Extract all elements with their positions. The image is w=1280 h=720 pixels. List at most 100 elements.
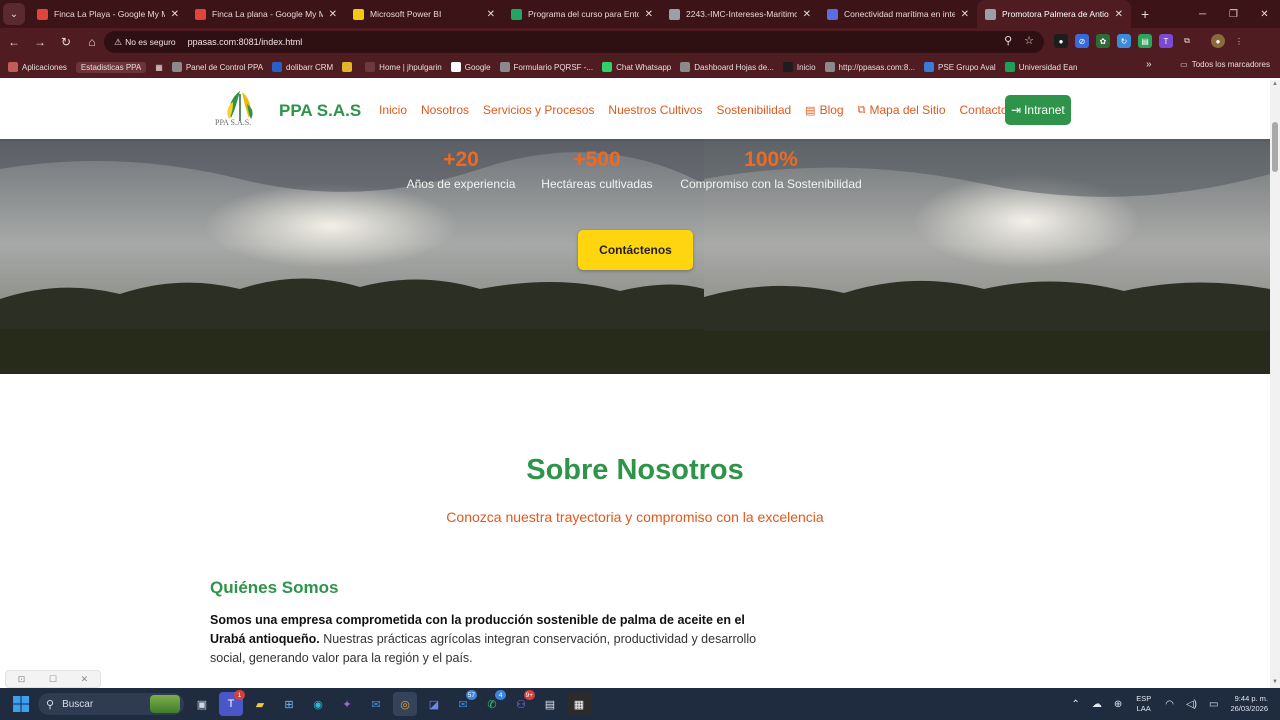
- outlook-icon[interactable]: ✉: [364, 692, 388, 716]
- new-tab-button[interactable]: +: [1141, 6, 1149, 22]
- extensions-puzzle-icon[interactable]: ⧉: [1180, 34, 1194, 48]
- url-text[interactable]: ppasas.com:8081/index.html: [188, 37, 303, 47]
- whatsapp-icon: [602, 62, 613, 72]
- close-window-icon[interactable]: ✕: [1249, 0, 1280, 28]
- file-explorer-icon[interactable]: ▰: [248, 692, 272, 716]
- browser-tab[interactable]: Programa del curso para Ento ✕: [503, 0, 661, 28]
- close-tab-icon[interactable]: ✕: [961, 9, 969, 20]
- all-bookmarks-button[interactable]: ▭ Todos los marcadores: [1180, 60, 1270, 69]
- nav-link[interactable]: Inicio: [379, 103, 407, 117]
- restore-icon[interactable]: ❐: [1218, 0, 1249, 28]
- bookmark-item[interactable]: Dashboard Hojas de...: [680, 62, 774, 72]
- sign-in-icon: ⇥: [1011, 103, 1022, 117]
- browser-menu-icon[interactable]: ⋮: [1232, 34, 1246, 48]
- bookmark-item[interactable]: Home | jhpulgarin: [365, 62, 442, 72]
- mail-icon[interactable]: ✉ 57: [451, 690, 477, 716]
- nav-link[interactable]: Nosotros: [421, 103, 469, 117]
- bookmark-item[interactable]: [342, 62, 356, 72]
- bookmark-item[interactable]: Panel de Control PPA: [171, 62, 263, 72]
- bookmark-item[interactable]: http://ppasas.com:8...: [824, 62, 916, 72]
- address-bar[interactable]: ⚠ No es seguro ppasas.com:8081/index.htm…: [104, 31, 1044, 53]
- nav-link[interactable]: Contacto: [960, 103, 1008, 117]
- taskbar-search[interactable]: ⚲ Buscar: [38, 693, 184, 715]
- page-scrollbar[interactable]: ▲ ▼: [1270, 80, 1280, 688]
- browser-tab[interactable]: 2243.-IMC-Intereses-Maritimo ✕: [661, 0, 819, 28]
- tab-groups-icon[interactable]: ▦: [155, 63, 163, 72]
- wifi-icon[interactable]: ◠: [1165, 699, 1174, 710]
- back-icon[interactable]: ←: [2, 30, 26, 54]
- bookmark-star-icon[interactable]: ☆: [1024, 34, 1034, 47]
- nav-link[interactable]: Nuestros Cultivos: [608, 103, 702, 117]
- teams-work-icon[interactable]: ⚇ 9+: [509, 690, 535, 716]
- tray-overflow-icon[interactable]: ⌃: [1071, 699, 1079, 710]
- close-tab-icon[interactable]: ✕: [487, 9, 495, 20]
- edge-icon[interactable]: ◉: [306, 692, 330, 716]
- scroll-up-icon[interactable]: ▲: [1271, 81, 1279, 89]
- tab-search-button[interactable]: ⌄: [3, 3, 25, 25]
- nav-link[interactable]: Sostenibilidad: [716, 103, 791, 117]
- calculator-icon[interactable]: ▦: [567, 692, 591, 716]
- clock[interactable]: 9:44 p. m. 26/03/2026: [1230, 694, 1268, 714]
- scroll-thumb[interactable]: [1272, 122, 1278, 172]
- close-tab-icon[interactable]: ✕: [645, 9, 653, 20]
- bookmark-item[interactable]: Universidad Ean: [1004, 62, 1077, 72]
- bookmark-item[interactable]: Aplicaciones: [8, 62, 67, 72]
- chrome-icon[interactable]: ◎: [393, 692, 417, 716]
- extension-off-icon[interactable]: ⊘: [1075, 34, 1089, 48]
- brand-name[interactable]: PPA S.A.S: [279, 101, 361, 121]
- more-bookmarks-icon[interactable]: »: [1146, 59, 1152, 70]
- browser-tab[interactable]: Promotora Palmera de Antioqu ✕: [977, 0, 1131, 28]
- extension-sheet-icon[interactable]: ▤: [1138, 34, 1152, 48]
- copilot-icon[interactable]: ✦: [335, 692, 359, 716]
- browser-tab[interactable]: Conectividad marítima en inte ✕: [819, 0, 977, 28]
- teams-icon[interactable]: T1: [219, 690, 245, 716]
- bookmark-item[interactable]: Chat Whatsapp: [602, 62, 671, 72]
- bookmark-item[interactable]: Estadisticas PPA: [75, 61, 147, 73]
- close-tab-icon[interactable]: ✕: [1115, 9, 1123, 20]
- language-indicator[interactable]: ESP LAA: [1136, 694, 1151, 714]
- bookmark-item[interactable]: dolibarr CRM: [272, 62, 333, 72]
- whatsapp-icon[interactable]: ✆ 4: [480, 690, 506, 716]
- forward-icon[interactable]: →: [28, 30, 52, 54]
- about-title: Sobre Nosotros: [526, 454, 744, 486]
- bookmark-item[interactable]: Inicio: [782, 62, 816, 72]
- close-tab-icon[interactable]: ✕: [329, 9, 337, 20]
- notepad-icon[interactable]: ▤: [538, 692, 562, 716]
- close-tab-icon[interactable]: ✕: [171, 9, 179, 20]
- home-icon[interactable]: ⌂: [80, 30, 104, 54]
- expand-panel-icon[interactable]: ☐: [49, 674, 57, 685]
- scroll-down-icon[interactable]: ▼: [1271, 679, 1279, 687]
- volume-icon[interactable]: ◁): [1186, 699, 1197, 710]
- outlook-new-icon[interactable]: ◪: [422, 692, 446, 716]
- nav-link[interactable]: Servicios y Procesos: [483, 103, 594, 117]
- close-panel-icon[interactable]: ✕: [81, 674, 89, 685]
- store-icon[interactable]: ⊞: [277, 692, 301, 716]
- task-view-icon[interactable]: ▣: [190, 692, 214, 716]
- nav-link[interactable]: ▤ Blog: [805, 103, 843, 117]
- intranet-button[interactable]: ⇥ Intranet: [1005, 95, 1071, 125]
- browser-tab[interactable]: Finca La plana - Google My M ✕: [187, 0, 345, 28]
- cloud-icon[interactable]: ☁: [1092, 699, 1102, 710]
- nav-link[interactable]: ⧉ Mapa del Sitio: [858, 103, 946, 117]
- bookmark-label: http://ppasas.com:8...: [838, 62, 916, 72]
- browser-tab[interactable]: Microsoft Power BI ✕: [345, 0, 503, 28]
- bookmark-item[interactable]: PSE Grupo Aval: [924, 62, 996, 72]
- contact-cta-button[interactable]: Contáctenos: [578, 230, 693, 270]
- vpn-icon[interactable]: ⊕: [1114, 699, 1122, 710]
- bookmark-item[interactable]: Google: [450, 62, 491, 72]
- browser-tab[interactable]: Finca La Playa - Google My Ma ✕: [29, 0, 187, 28]
- reload-icon[interactable]: ↻: [54, 30, 78, 54]
- windows-start-icon[interactable]: [13, 696, 29, 712]
- minimize-icon[interactable]: ─: [1187, 0, 1218, 28]
- profile-avatar[interactable]: ●: [1211, 34, 1225, 48]
- extension-leaf-icon[interactable]: ✿: [1096, 34, 1110, 48]
- minimize-panel-icon[interactable]: ⊡: [18, 674, 26, 685]
- extension-t-icon[interactable]: T: [1159, 34, 1173, 48]
- extension-sync-icon[interactable]: ↻: [1117, 34, 1131, 48]
- zoom-icon[interactable]: ⚲: [1004, 34, 1012, 47]
- security-chip[interactable]: ⚠ No es seguro: [108, 34, 182, 50]
- bookmark-item[interactable]: Formulario PQRSF -...: [499, 62, 593, 72]
- battery-icon[interactable]: ▭: [1209, 699, 1218, 710]
- close-tab-icon[interactable]: ✕: [803, 9, 811, 20]
- extension-camera-icon[interactable]: ●: [1054, 34, 1068, 48]
